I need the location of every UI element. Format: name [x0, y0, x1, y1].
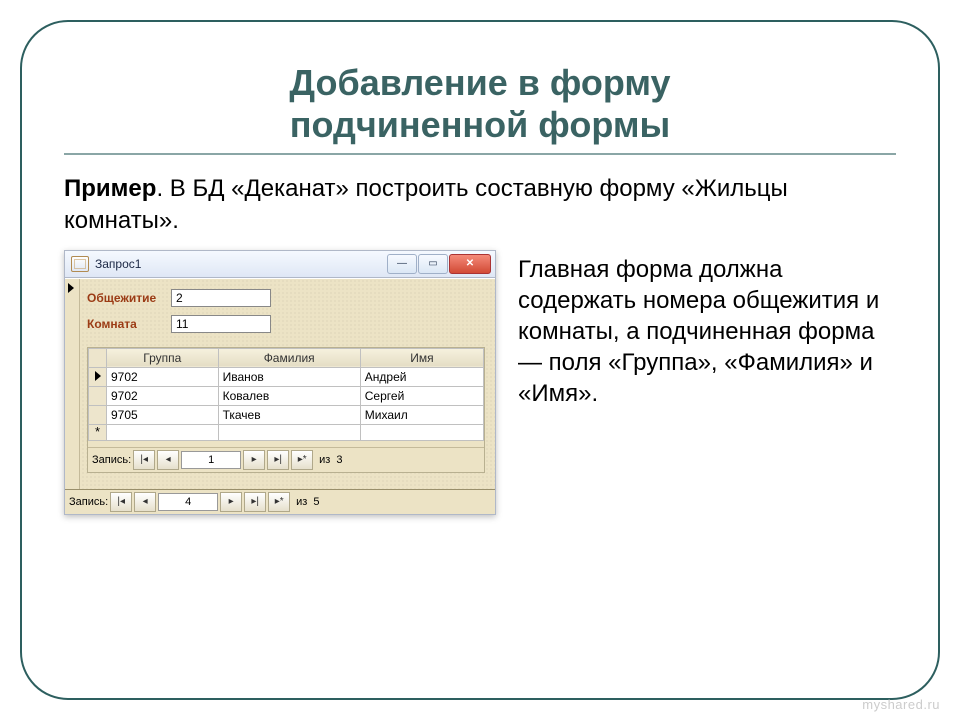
nav-total: 5 [309, 496, 319, 508]
nav-current-input[interactable]: 1 [181, 451, 241, 469]
cell-name[interactable]: Михаил [360, 405, 483, 424]
nav-last-button[interactable]: ▸| [244, 492, 266, 512]
form-body: Общежитие 2 Комната 11 Группа Фамили [65, 278, 495, 489]
nav-prev-button[interactable]: ◂ [157, 450, 179, 470]
nav-first-button[interactable]: |◂ [110, 492, 132, 512]
nav-first-button[interactable]: |◂ [133, 450, 155, 470]
new-icon: ▸* [298, 454, 307, 465]
close-button[interactable]: ✕ [449, 254, 491, 274]
minimize-icon: — [397, 258, 407, 269]
first-icon: |◂ [140, 454, 148, 465]
next-icon: ▸ [229, 496, 234, 507]
nav-label: Запись: [92, 454, 131, 466]
col-surname[interactable]: Фамилия [218, 348, 360, 367]
selector-header[interactable] [89, 348, 107, 367]
current-row-icon [95, 371, 101, 381]
title-line-2: подчиненной формы [290, 104, 670, 145]
subform: Группа Фамилия Имя 9702 Иванов Андрей [87, 347, 485, 473]
maximize-button[interactable]: ▭ [418, 254, 448, 274]
nav-new-button[interactable]: ▸* [291, 450, 313, 470]
first-icon: |◂ [117, 496, 125, 507]
prompt-text: . В БД «Деканат» построить составную фор… [64, 175, 788, 234]
nav-label: Запись: [69, 496, 108, 508]
cell-group[interactable]: 9705 [107, 405, 219, 424]
nav-next-button[interactable]: ▸ [243, 450, 265, 470]
nav-of-label: из [315, 454, 330, 466]
table-row[interactable]: 9702 Ковалев Сергей [89, 386, 484, 405]
form-icon [71, 256, 89, 272]
cell-surname[interactable]: Иванов [218, 367, 360, 386]
window-titlebar[interactable]: Запрос1 — ▭ ✕ [65, 251, 495, 278]
cell-surname[interactable]: Ткачев [218, 405, 360, 424]
slide-title: Добавление в форму подчиненной формы [64, 62, 896, 155]
cell-name[interactable]: Сергей [360, 386, 483, 405]
col-group[interactable]: Группа [107, 348, 219, 367]
table-row[interactable]: 9702 Иванов Андрей [89, 367, 484, 386]
room-label: Комната [87, 317, 171, 331]
dorm-input[interactable]: 2 [171, 289, 271, 307]
row-selector[interactable] [89, 386, 107, 405]
field-room: Комната 11 [87, 315, 485, 333]
prev-icon: ◂ [166, 454, 171, 465]
prompt-label: Пример [64, 175, 156, 202]
last-icon: ▸| [251, 496, 259, 507]
cell-group[interactable]: 9702 [107, 367, 219, 386]
example-prompt: Пример. В БД «Деканат» построить составн… [64, 173, 896, 238]
table-row[interactable]: 9705 Ткачев Михаил [89, 405, 484, 424]
nav-total: 3 [332, 454, 342, 466]
slide-frame: Добавление в форму подчиненной формы При… [20, 20, 940, 700]
room-input[interactable]: 11 [171, 315, 271, 333]
row-selector[interactable] [89, 405, 107, 424]
record-selector-bar[interactable] [65, 279, 80, 489]
nav-last-button[interactable]: ▸| [267, 450, 289, 470]
field-dorm: Общежитие 2 [87, 289, 485, 307]
slide-description: Главная форма должна содержать номера об… [518, 250, 896, 410]
maximize-icon: ▭ [428, 258, 437, 269]
nav-current-input[interactable]: 4 [158, 493, 218, 511]
dorm-label: Общежитие [87, 291, 171, 305]
mainform-record-nav: Запись: |◂ ◂ 4 ▸ ▸| ▸* из 5 [65, 489, 495, 514]
row-selector[interactable] [89, 367, 107, 386]
col-name[interactable]: Имя [360, 348, 483, 367]
cell-name[interactable]: Андрей [360, 367, 483, 386]
cell-surname[interactable]: Ковалев [218, 386, 360, 405]
close-icon: ✕ [466, 258, 474, 269]
new-record-row[interactable]: * [89, 424, 484, 440]
subform-record-nav: Запись: |◂ ◂ 1 ▸ ▸| ▸* из 3 [88, 447, 484, 472]
cell-group[interactable]: 9702 [107, 386, 219, 405]
current-record-icon [68, 283, 74, 293]
last-icon: ▸| [274, 454, 282, 465]
access-form-window: Запрос1 — ▭ ✕ Общежитие 2 Ком [64, 250, 496, 515]
nav-of-label: из [292, 496, 307, 508]
nav-next-button[interactable]: ▸ [220, 492, 242, 512]
table-header-row: Группа Фамилия Имя [89, 348, 484, 367]
prev-icon: ◂ [143, 496, 148, 507]
new-icon: ▸* [275, 496, 284, 507]
new-record-icon: * [95, 424, 100, 439]
title-line-1: Добавление в форму [289, 62, 670, 103]
window-title: Запрос1 [95, 257, 387, 271]
nav-prev-button[interactable]: ◂ [134, 492, 156, 512]
row-selector[interactable]: * [89, 424, 107, 440]
minimize-button[interactable]: — [387, 254, 417, 274]
watermark: myshared.ru [862, 697, 940, 712]
subform-table: Группа Фамилия Имя 9702 Иванов Андрей [88, 348, 484, 441]
nav-new-button[interactable]: ▸* [268, 492, 290, 512]
next-icon: ▸ [252, 454, 257, 465]
